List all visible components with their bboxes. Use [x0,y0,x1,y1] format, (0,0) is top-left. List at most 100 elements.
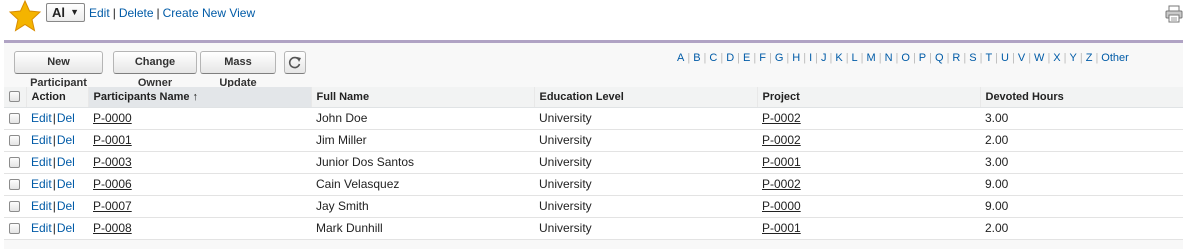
row-edit-link[interactable]: Edit [31,155,52,169]
refresh-icon [288,56,301,69]
row-checkbox[interactable] [9,135,20,147]
row-edit-link[interactable]: Edit [31,111,52,125]
education-level-header[interactable]: Education Level [534,87,758,108]
row-checkbox[interactable] [9,223,20,235]
mass-update-button[interactable]: Mass Update [200,51,276,89]
alphabet-filter-k[interactable]: K [835,52,842,64]
project-link[interactable]: P-0002 [762,177,801,191]
row-delete-link[interactable]: Del [57,177,75,191]
action-header: Action [26,87,89,108]
alphabet-filter-o[interactable]: O [901,52,910,64]
full-name-cell: Cain Velasquez [311,173,534,196]
alphabet-filter-e[interactable]: E [743,52,750,64]
view-select[interactable]: Al ▼ [46,3,85,22]
select-all-checkbox[interactable] [9,91,20,103]
alphabet-filter-z[interactable]: Z [1086,52,1093,64]
participant-name-link[interactable]: P-0006 [93,177,132,191]
participant-name-cell: P-0003 [88,151,311,174]
row-select-cell [4,217,26,240]
participant-name-link[interactable]: P-0001 [93,133,132,147]
alphabet-separator: | [1047,52,1051,64]
row-delete-link[interactable]: Del [57,111,75,125]
participant-name-link[interactable]: P-0003 [93,155,132,169]
project-link[interactable]: P-0002 [762,111,801,125]
alphabet-separator: | [963,52,967,64]
alphabet-filter-m[interactable]: M [867,52,876,64]
participant-name-link[interactable]: P-0000 [93,111,132,125]
row-delete-link[interactable]: Del [57,221,75,235]
alphabet-filter-c[interactable]: C [709,52,717,64]
row-delete-link[interactable]: Del [57,155,75,169]
project-cell: P-0002 [757,173,980,196]
alphabet-separator: | [753,52,757,64]
full-name-cell: Mark Dunhill [311,217,534,240]
alphabet-filter-n[interactable]: N [885,52,893,64]
alphabet-separator: | [878,52,882,64]
project-link[interactable]: P-0001 [762,155,801,169]
alphabet-filter-h[interactable]: H [792,52,800,64]
alphabet-filter-r[interactable]: R [952,52,960,64]
row-edit-link[interactable]: Edit [31,133,52,147]
alphabet-filter-g[interactable]: G [775,52,784,64]
alphabet-filter-f[interactable]: F [759,52,766,64]
row-edit-link[interactable]: Edit [31,177,52,191]
delete-view-link[interactable]: Delete [119,6,154,20]
full-name-header[interactable]: Full Name [311,87,535,108]
print-icon[interactable] [1165,5,1183,23]
alphabet-separator: | [1028,52,1032,64]
table-body: Edit|Del P-0000 John Doe University P-0002 3.… [4,107,1183,240]
education-level-cell: University [534,107,757,130]
alphabet-separator: | [829,52,833,64]
row-delete-link[interactable]: Del [57,133,75,147]
change-owner-button[interactable]: Change Owner [113,51,197,89]
project-cell: P-0001 [757,217,980,240]
alphabet-filter-p[interactable]: P [919,52,926,64]
table-row: Edit|Del P-0007 Jay Smith University P-0000 9… [4,195,1183,218]
alphabet-separator: | [720,52,724,64]
participants-name-header-label: Participants Name [93,90,190,103]
row-select-cell [4,173,26,196]
row-edit-link[interactable]: Edit [31,221,52,235]
alphabet-filter-other[interactable]: Other [1101,52,1129,64]
devoted-hours-header[interactable]: Devoted Hours [980,87,1183,108]
alphabet-filter-q[interactable]: Q [935,52,944,64]
alphabet-filter-s[interactable]: S [969,52,976,64]
alphabet-filter-y[interactable]: Y [1070,52,1077,64]
alphabet-filter-l[interactable]: L [852,52,858,64]
participants-name-header[interactable]: Participants Name ↑ [88,87,312,108]
row-checkbox[interactable] [9,113,20,125]
alphabet-filter-v[interactable]: V [1018,52,1025,64]
list-panel: New Participant Change Owner Mass Update… [4,40,1183,249]
row-checkbox[interactable] [9,201,20,213]
alphabet-filter-b[interactable]: B [693,52,700,64]
row-edit-link[interactable]: Edit [31,199,52,213]
row-checkbox[interactable] [9,157,20,169]
action-cell: Edit|Del [26,173,88,196]
create-new-view-link[interactable]: Create New View [163,6,255,20]
alphabet-filter-u[interactable]: U [1001,52,1009,64]
alphabet-filter-j[interactable]: J [821,52,827,64]
education-level-cell: University [534,195,757,218]
refresh-button[interactable] [284,51,306,74]
table-header-row: Action Participants Name ↑ Full Name Edu… [4,87,1183,108]
participant-name-link[interactable]: P-0007 [93,199,132,213]
alphabet-filter-t[interactable]: T [985,52,992,64]
alphabet-filter-x[interactable]: X [1053,52,1060,64]
project-link[interactable]: P-0000 [762,199,801,213]
row-delete-link[interactable]: Del [57,199,75,213]
row-checkbox[interactable] [9,179,20,191]
alphabet-filter-i[interactable]: I [809,52,812,64]
participant-name-link[interactable]: P-0008 [93,221,132,235]
project-link[interactable]: P-0002 [762,133,801,147]
project-link[interactable]: P-0001 [762,221,801,235]
alphabet-filter-w[interactable]: W [1034,52,1044,64]
edit-view-link[interactable]: Edit [89,6,110,20]
table-row: Edit|Del P-0006 Cain Velasquez University P-… [4,173,1183,196]
project-header[interactable]: Project [757,87,981,108]
view-links: Edit | Delete | Create New View [89,6,256,20]
alphabet-filter-d[interactable]: D [726,52,734,64]
new-participant-button[interactable]: New Participant [14,51,103,89]
alphabet-separator: | [979,52,983,64]
alphabet-filter-a[interactable]: A [677,52,684,64]
alphabet-separator: | [845,52,849,64]
